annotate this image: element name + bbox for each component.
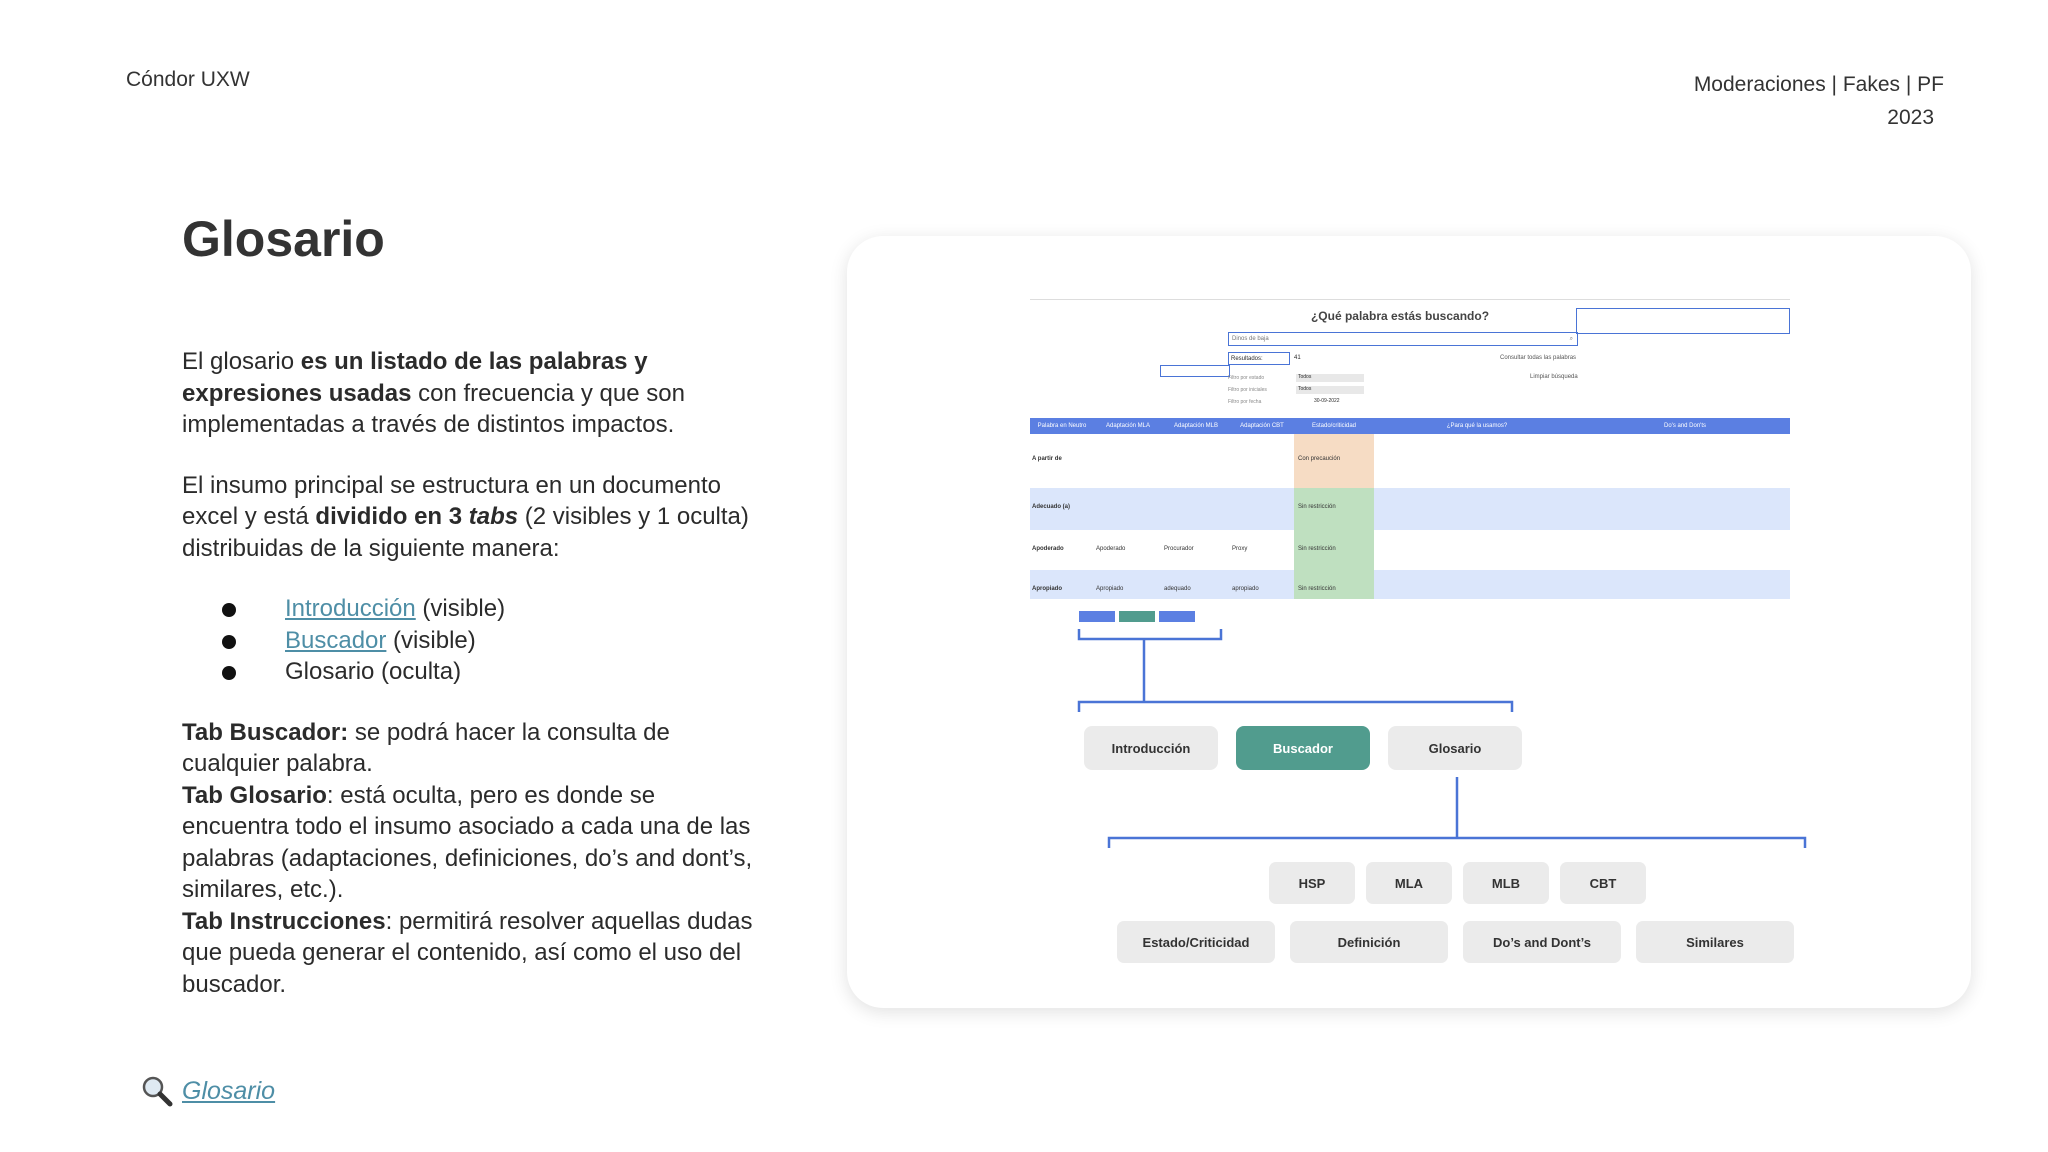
site-mlb: MLB <box>1463 862 1549 904</box>
tab-glosario-label: Tab Glosario <box>182 781 327 809</box>
brand-label: Cóndor UXW <box>126 68 250 91</box>
bullet-icon <box>222 634 236 649</box>
site-cbt: CBT <box>1560 862 1646 904</box>
list-item-glosario: Glosario (oculta) <box>182 656 767 688</box>
tab-buscador[interactable]: Buscador <box>1236 726 1370 770</box>
page-title: Glosario <box>182 211 385 267</box>
tab-glosario[interactable]: Glosario <box>1388 726 1522 770</box>
buscador-link[interactable]: Buscador <box>285 627 386 654</box>
year-label: 2023 <box>1887 106 1934 129</box>
structure-paragraph: El insumo principal se estructura en un … <box>182 471 749 562</box>
sheet-tab-marker <box>1159 611 1195 622</box>
project-label: Moderaciones | Fakes | PF <box>1693 73 1944 96</box>
list-item-introduccion: Introducción (visible) <box>182 593 767 625</box>
tab-introduccion[interactable]: Introducción <box>1084 726 1218 770</box>
description: El glosario es un listado de las palabra… <box>182 346 767 1000</box>
diagram-card: ¿Qué palabra estás buscando? Dinos de ba… <box>847 236 1971 1008</box>
sheet-tab-marker <box>1079 611 1115 622</box>
site-hsp: HSP <box>1269 862 1355 904</box>
sheet-tab-marker <box>1119 611 1155 622</box>
field-estado-criticidad: Estado/Criticidad <box>1117 921 1275 963</box>
footer-link-row: Glosario <box>140 1074 275 1108</box>
tab-descriptions: Tab Buscador: se podrá hacer la consulta… <box>182 718 753 998</box>
glosario-link[interactable]: Glosario <box>182 1077 275 1106</box>
magnifier-icon <box>142 1076 173 1107</box>
tab-buscador-label: Tab Buscador: <box>182 718 349 746</box>
intro-paragraph: El glosario es un listado de las palabra… <box>182 348 685 438</box>
project-header: Moderaciones | Fakes | PF 2023 <box>1694 68 1944 134</box>
introduccion-link[interactable]: Introducción <box>285 595 416 622</box>
site-mla: MLA <box>1366 862 1452 904</box>
tab-instrucciones-label: Tab Instrucciones <box>182 907 386 935</box>
bullet-icon <box>222 603 236 617</box>
list-item-buscador: Buscador (visible) <box>182 625 767 657</box>
bullet-icon <box>222 666 236 680</box>
tabs-list: Introducción (visible) Buscador (visible… <box>182 593 767 688</box>
field-similares: Similares <box>1636 921 1794 963</box>
field-definicion: Definición <box>1290 921 1448 963</box>
field-dos-and-donts: Do’s and Dont’s <box>1463 921 1621 963</box>
